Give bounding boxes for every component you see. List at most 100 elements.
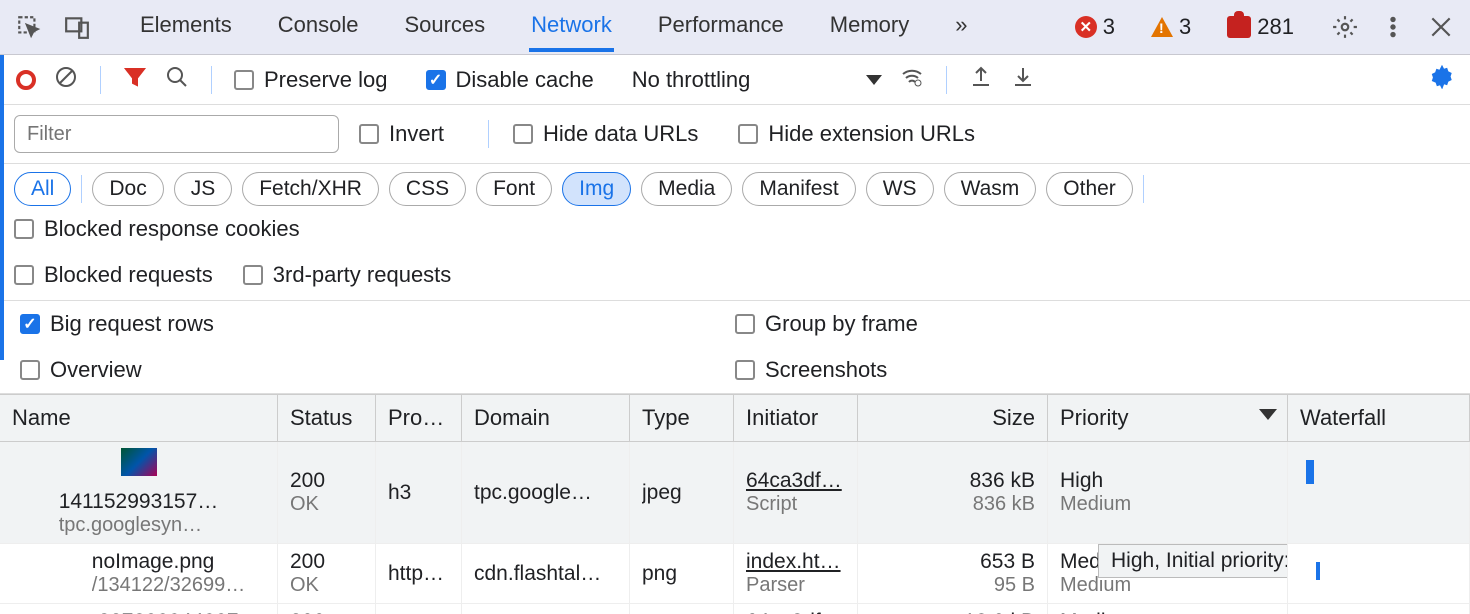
warnings-count: 3	[1179, 14, 1191, 40]
sort-descending-icon	[1259, 409, 1277, 420]
network-conditions-icon[interactable]	[900, 65, 924, 95]
record-icon[interactable]	[16, 70, 36, 90]
tab-performance[interactable]: Performance	[656, 2, 786, 52]
table-row[interactable]: 141152993157…tpc.googlesyn… 200OK h3 tpc…	[0, 442, 1470, 544]
hide-data-urls-checkbox[interactable]: Hide data URLs	[513, 121, 698, 147]
search-icon[interactable]	[165, 65, 189, 95]
col-domain[interactable]: Domain	[462, 395, 630, 441]
cell-priority: HighMedium	[1048, 442, 1288, 543]
blocked-cookies-checkbox[interactable]: Blocked response cookies	[14, 216, 300, 242]
group-frame-label: Group by frame	[765, 311, 918, 337]
col-priority[interactable]: Priority	[1048, 395, 1288, 441]
divider	[488, 120, 489, 148]
screenshots-label: Screenshots	[765, 357, 887, 383]
screenshots-checkbox[interactable]: Screenshots	[735, 357, 1430, 383]
chip-ws[interactable]: WS	[866, 172, 934, 206]
cell-initiator[interactable]: index.ht…Parser	[734, 544, 858, 603]
table-row[interactable]: noImage.png/134122/32699… 200OK http… cd…	[0, 544, 1470, 604]
filter-input[interactable]	[14, 115, 339, 153]
col-initiator[interactable]: Initiator	[734, 395, 858, 441]
third-party-label: 3rd-party requests	[273, 262, 452, 288]
tab-sources[interactable]: Sources	[402, 2, 487, 52]
cell-status: 200OK	[278, 442, 376, 543]
third-party-checkbox[interactable]: 3rd-party requests	[243, 262, 452, 288]
table-row[interactable]: 827299944997 200 64ca3df 12.0 kB Medium	[0, 604, 1470, 614]
tab-network[interactable]: Network	[529, 2, 614, 52]
tab-console[interactable]: Console	[276, 2, 361, 52]
type-chips: All Doc JS Fetch/XHR CSS Font Img Media …	[0, 164, 1470, 301]
network-toolbar: Preserve log Disable cache No throttling	[0, 55, 1470, 105]
waterfall-bar	[1306, 460, 1314, 484]
big-rows-checkbox[interactable]: Big request rows	[20, 311, 715, 337]
blocked-cookies-label: Blocked response cookies	[44, 216, 300, 242]
issues-stat[interactable]: 281	[1227, 14, 1294, 40]
cell-protocol: http…	[376, 544, 462, 603]
export-har-icon[interactable]	[969, 65, 993, 95]
group-frame-checkbox[interactable]: Group by frame	[735, 311, 1430, 337]
filter-icon[interactable]	[123, 65, 147, 95]
close-icon[interactable]	[1426, 12, 1456, 42]
invert-checkbox[interactable]: Invert	[359, 121, 444, 147]
disable-cache-label: Disable cache	[456, 67, 594, 93]
chip-font[interactable]: Font	[476, 172, 552, 206]
cell-type: png	[630, 544, 734, 603]
chip-wasm[interactable]: Wasm	[944, 172, 1037, 206]
divider	[100, 66, 101, 94]
cell-protocol: h3	[376, 442, 462, 543]
cell-domain	[462, 604, 630, 614]
cell-priority: MediuMedium High, Initial priority: Medi…	[1048, 544, 1288, 603]
device-toggle-icon[interactable]	[62, 12, 92, 42]
more-tabs-icon[interactable]: »	[953, 2, 969, 52]
hide-ext-urls-checkbox[interactable]: Hide extension URLs	[738, 121, 975, 147]
cell-size: 12.0 kB	[858, 604, 1048, 614]
import-har-icon[interactable]	[1011, 65, 1035, 95]
disable-cache-checkbox[interactable]: Disable cache	[426, 67, 594, 93]
chip-img[interactable]: Img	[562, 172, 631, 206]
inspect-icon[interactable]	[14, 12, 44, 42]
chip-fetch[interactable]: Fetch/XHR	[242, 172, 379, 206]
col-name[interactable]: Name	[0, 395, 278, 441]
col-waterfall[interactable]: Waterfall	[1288, 395, 1470, 441]
chip-media[interactable]: Media	[641, 172, 732, 206]
throttling-select[interactable]: No throttling	[632, 67, 883, 93]
view-options: Big request rows Group by frame Overview…	[0, 301, 1470, 394]
errors-count: 3	[1103, 14, 1115, 40]
blocked-requests-checkbox[interactable]: Blocked requests	[14, 262, 213, 288]
cell-waterfall	[1288, 544, 1470, 603]
clear-icon[interactable]	[54, 65, 78, 95]
gear-icon[interactable]	[1330, 12, 1360, 42]
priority-tooltip: High, Initial priority: Medium	[1098, 544, 1288, 578]
cell-status: 200OK	[278, 544, 376, 603]
issues-count: 281	[1257, 14, 1294, 40]
errors-stat[interactable]: ✕3	[1075, 14, 1115, 40]
cell-initiator[interactable]: 64ca3df…Script	[734, 442, 858, 543]
cell-name: noImage.png/134122/32699…	[0, 544, 278, 603]
chip-js[interactable]: JS	[174, 172, 233, 206]
chip-css[interactable]: CSS	[389, 172, 466, 206]
panel-tabs: Elements Console Sources Network Perform…	[138, 2, 970, 52]
col-type[interactable]: Type	[630, 395, 734, 441]
chip-all[interactable]: All	[14, 172, 71, 206]
cell-waterfall	[1288, 442, 1470, 543]
col-protocol[interactable]: Prot…	[376, 395, 462, 441]
cell-name: 827299944997	[0, 604, 278, 614]
tab-memory[interactable]: Memory	[828, 2, 911, 52]
col-size[interactable]: Size	[858, 395, 1048, 441]
preserve-log-checkbox[interactable]: Preserve log	[234, 67, 388, 93]
hide-ext-label: Hide extension URLs	[768, 121, 975, 147]
devtools-top-bar: Elements Console Sources Network Perform…	[0, 0, 1470, 55]
overview-checkbox[interactable]: Overview	[20, 357, 715, 383]
chip-manifest[interactable]: Manifest	[742, 172, 855, 206]
chip-doc[interactable]: Doc	[92, 172, 163, 206]
big-rows-label: Big request rows	[50, 311, 214, 337]
cell-protocol	[376, 604, 462, 614]
chip-other[interactable]: Other	[1046, 172, 1133, 206]
tab-elements[interactable]: Elements	[138, 2, 234, 52]
network-settings-icon[interactable]	[1430, 65, 1454, 95]
kebab-icon[interactable]	[1378, 12, 1408, 42]
divider	[81, 175, 82, 203]
warnings-stat[interactable]: 3	[1151, 14, 1191, 40]
col-status[interactable]: Status	[278, 395, 376, 441]
cell-initiator[interactable]: 64ca3df	[734, 604, 858, 614]
waterfall-bar	[1316, 562, 1320, 580]
